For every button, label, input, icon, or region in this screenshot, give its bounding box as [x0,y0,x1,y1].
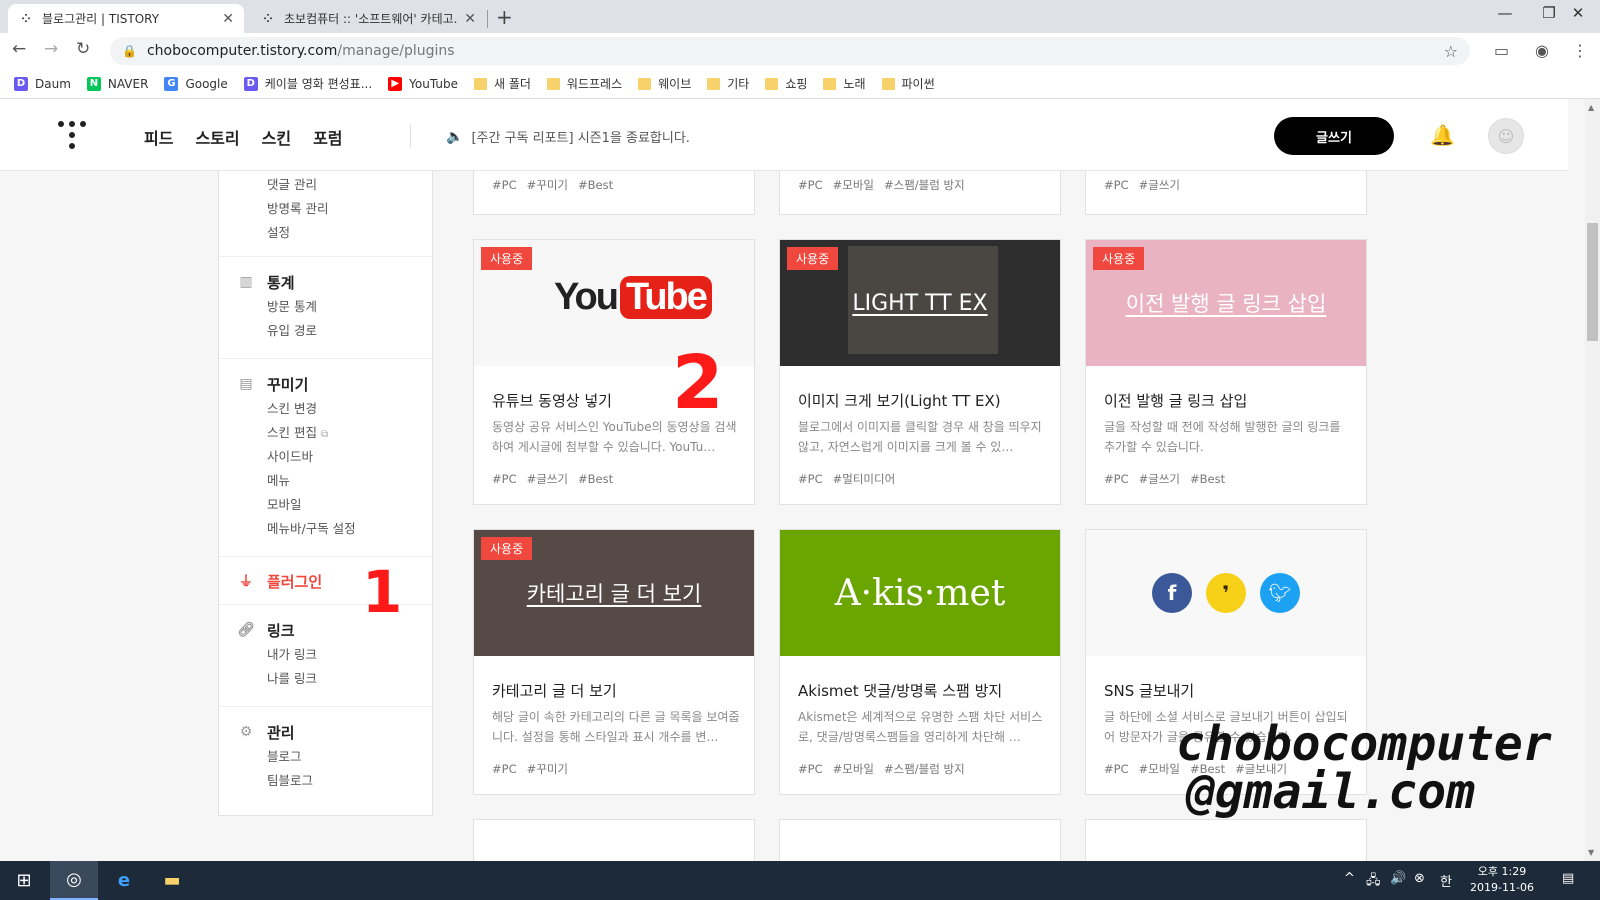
windows-start-icon[interactable]: ⊞ [0,861,48,900]
tray-chevron-icon[interactable]: ^ [1344,871,1355,886]
edge-taskbar-icon[interactable]: e [100,861,148,900]
windows-taskbar: ⊞ ◎ e ▬ ^ 🖧 🔊 ⊗ 한 오후 1:29 2019-11-06 ▤ [0,861,1600,900]
annotation-mark-2: 2 [672,340,724,426]
clock-time: 오후 1:29 [1477,865,1527,878]
watermark-line2: @gmail.com [1185,764,1475,820]
annotation-mark-1: 1 [362,558,402,626]
clock-date: 2019-11-06 [1470,881,1534,894]
system-clock[interactable]: 오후 1:29 2019-11-06 [1462,864,1542,896]
annotation-layer: 1 2 chobocomputer @gmail.com [362,340,1552,820]
defender-icon[interactable]: ⊗ [1414,871,1425,886]
chrome-taskbar-icon[interactable]: ◎ [50,861,98,900]
volume-icon[interactable]: 🔊 [1390,871,1406,886]
network-icon[interactable]: 🖧 [1366,871,1381,893]
notification-center-icon[interactable]: ▤ [1562,871,1574,886]
ime-indicator[interactable]: 한 [1440,871,1452,890]
file-explorer-icon[interactable]: ▬ [148,861,196,900]
